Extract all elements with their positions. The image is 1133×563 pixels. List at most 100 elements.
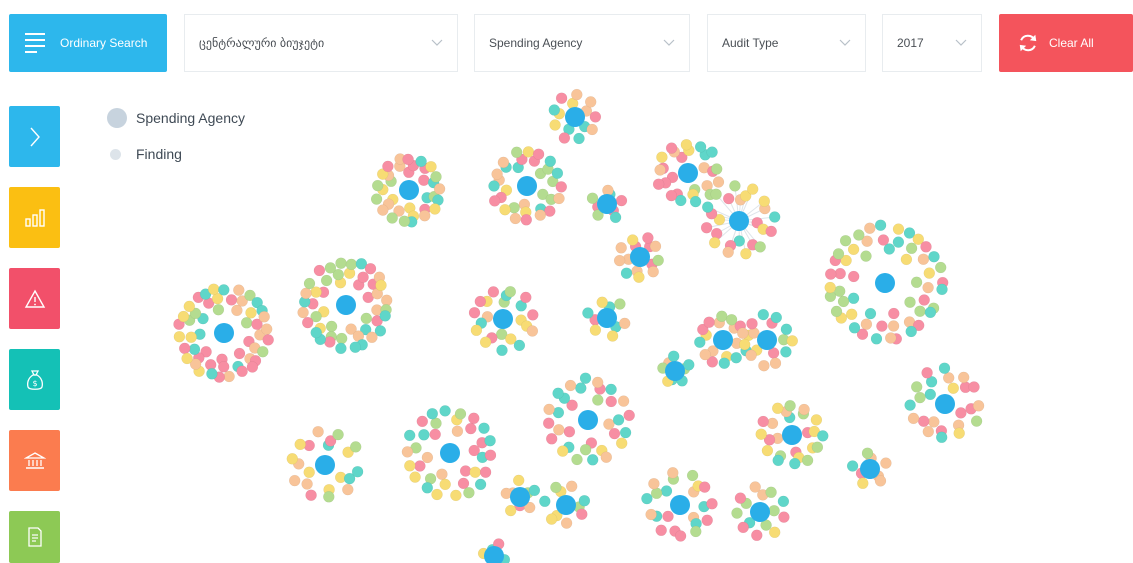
finding-node[interactable]	[484, 434, 496, 447]
finding-node[interactable]	[660, 485, 673, 497]
finding-node[interactable]	[571, 453, 583, 466]
agency-cluster[interactable]	[286, 425, 364, 503]
finding-node[interactable]	[811, 441, 824, 453]
finding-node[interactable]	[667, 467, 679, 479]
finding-node[interactable]	[892, 236, 905, 248]
finding-node[interactable]	[510, 146, 523, 159]
finding-node[interactable]	[904, 399, 916, 411]
spending-agency-node[interactable]	[493, 309, 513, 329]
finding-node[interactable]	[575, 382, 587, 394]
finding-node[interactable]	[371, 179, 384, 192]
finding-node[interactable]	[758, 195, 771, 207]
finding-node[interactable]	[712, 176, 725, 188]
finding-node[interactable]	[301, 316, 314, 329]
finding-node[interactable]	[545, 513, 558, 525]
finding-node[interactable]	[312, 425, 324, 438]
finding-node[interactable]	[824, 281, 836, 294]
finding-node[interactable]	[430, 171, 442, 183]
finding-node[interactable]	[880, 457, 892, 469]
finding-node[interactable]	[542, 417, 555, 429]
finding-node[interactable]	[398, 215, 411, 227]
finding-node[interactable]	[674, 530, 687, 542]
finding-node[interactable]	[454, 408, 467, 420]
finding-node[interactable]	[832, 248, 845, 260]
finding-node[interactable]	[286, 453, 299, 465]
finding-node[interactable]	[641, 492, 653, 505]
finding-node[interactable]	[431, 488, 443, 501]
finding-node[interactable]	[864, 222, 876, 234]
finding-node[interactable]	[938, 362, 951, 374]
finding-node[interactable]	[667, 350, 680, 362]
finding-node[interactable]	[584, 96, 597, 108]
finding-node[interactable]	[689, 195, 702, 208]
finding-node[interactable]	[589, 324, 602, 336]
finding-node[interactable]	[360, 312, 373, 325]
finding-node[interactable]	[652, 254, 664, 267]
finding-node[interactable]	[545, 433, 558, 445]
finding-node[interactable]	[923, 267, 936, 279]
finding-node[interactable]	[351, 465, 364, 478]
finding-node[interactable]	[620, 267, 633, 279]
finding-node[interactable]	[888, 307, 900, 320]
finding-node[interactable]	[699, 348, 711, 361]
spending-agency-node[interactable]	[875, 273, 895, 293]
finding-node[interactable]	[765, 225, 777, 238]
finding-node[interactable]	[382, 160, 394, 173]
finding-node[interactable]	[418, 209, 431, 222]
finding-node[interactable]	[738, 338, 751, 351]
spending-agency-node[interactable]	[678, 163, 698, 183]
finding-node[interactable]	[479, 466, 492, 478]
finding-node[interactable]	[947, 382, 960, 394]
finding-node[interactable]	[578, 494, 591, 507]
finding-node[interactable]	[910, 276, 923, 289]
finding-node[interactable]	[556, 445, 569, 457]
finding-node[interactable]	[645, 508, 657, 521]
finding-node[interactable]	[615, 194, 628, 207]
finding-node[interactable]	[217, 361, 230, 373]
finding-node[interactable]	[487, 286, 500, 298]
finding-node[interactable]	[766, 417, 779, 430]
finding-node[interactable]	[900, 253, 913, 266]
finding-node[interactable]	[313, 264, 326, 277]
finding-node[interactable]	[810, 414, 823, 426]
finding-node[interactable]	[429, 203, 441, 215]
finding-node[interactable]	[470, 324, 483, 337]
finding-node[interactable]	[522, 146, 535, 158]
finding-node[interactable]	[780, 346, 792, 358]
finding-node[interactable]	[573, 132, 585, 145]
finding-node[interactable]	[468, 412, 480, 425]
finding-node[interactable]	[245, 307, 257, 319]
finding-node[interactable]	[686, 469, 699, 482]
finding-node[interactable]	[972, 400, 985, 412]
finding-node[interactable]	[415, 155, 427, 168]
finding-node[interactable]	[409, 471, 421, 483]
finding-node[interactable]	[534, 209, 547, 221]
finding-node[interactable]	[258, 311, 270, 323]
finding-node[interactable]	[755, 428, 767, 440]
agency-cluster[interactable]	[824, 219, 949, 345]
finding-node[interactable]	[922, 281, 934, 294]
finding-node[interactable]	[683, 359, 695, 371]
finding-node[interactable]	[745, 349, 757, 362]
finding-node[interactable]	[558, 132, 571, 144]
finding-node[interactable]	[839, 234, 852, 247]
finding-node[interactable]	[474, 295, 487, 308]
finding-node[interactable]	[349, 341, 362, 353]
finding-node[interactable]	[324, 262, 337, 274]
finding-node[interactable]	[474, 478, 487, 491]
finding-node[interactable]	[550, 481, 562, 494]
finding-node[interactable]	[642, 232, 654, 244]
network-graph[interactable]	[0, 0, 1133, 563]
finding-node[interactable]	[484, 449, 497, 461]
finding-node[interactable]	[928, 416, 940, 428]
finding-node[interactable]	[181, 352, 193, 365]
finding-node[interactable]	[737, 521, 749, 534]
spending-agency-node[interactable]	[670, 495, 690, 515]
finding-node[interactable]	[433, 183, 446, 195]
finding-node[interactable]	[543, 403, 555, 416]
finding-node[interactable]	[845, 308, 858, 321]
finding-node[interactable]	[758, 359, 770, 372]
finding-node[interactable]	[596, 296, 608, 309]
finding-node[interactable]	[592, 394, 604, 406]
finding-node[interactable]	[173, 330, 186, 343]
